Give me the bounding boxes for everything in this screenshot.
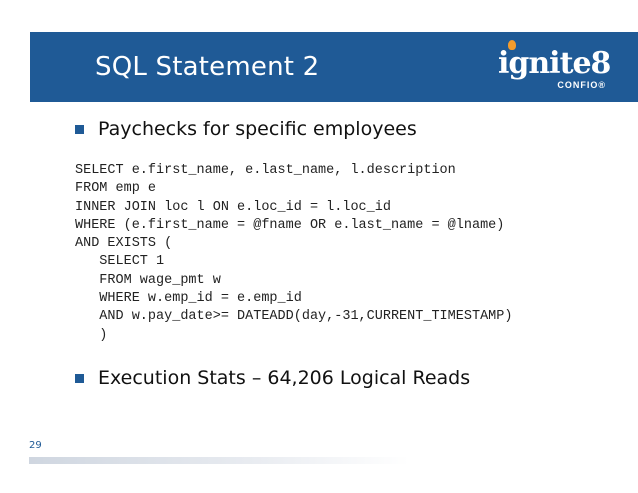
code-line: AND w.pay_date>= DATEADD(day,-31,CURRENT… [75,309,513,325]
bullet-text: Execution Stats – 64,206 Logical Reads [98,367,471,389]
ignite8-logo: ignite8 CONFIO® [490,40,620,96]
code-line: SELECT 1 [75,254,165,270]
page-number: 29 [29,440,42,451]
bullet-square-icon [75,373,84,383]
code-line: FROM wage_pmt w [75,272,221,288]
bullet-item-2: Execution Stats – 64,206 Logical Reads [75,367,470,389]
slide-header: SQL Statement 2 ignite8 CONFIO® [30,32,638,102]
code-line: INNER JOIN loc l ON e.loc_id = l.loc_id [75,199,391,215]
bullet-square-icon [75,124,84,134]
sql-code-block: SELECT e.first_name, e.last_name, l.desc… [75,162,512,345]
slide-title: SQL Statement 2 [95,52,320,82]
logo-wordmark: ignite8 [498,46,611,81]
footer-divider [29,457,409,464]
code-line: FROM emp e [75,181,157,197]
code-line: WHERE (e.first_name = @fname OR e.last_n… [75,217,505,233]
code-line: AND EXISTS ( [75,236,173,252]
code-line: SELECT e.first_name, e.last_name, l.desc… [75,163,456,178]
bullet-item-1: Paychecks for specific employees [75,118,417,140]
logo-subtext: CONFIO® [557,80,606,90]
bullet-text: Paychecks for specific employees [98,118,417,140]
code-line: ) [75,327,108,343]
code-line: WHERE w.emp_id = e.emp_id [75,291,302,307]
